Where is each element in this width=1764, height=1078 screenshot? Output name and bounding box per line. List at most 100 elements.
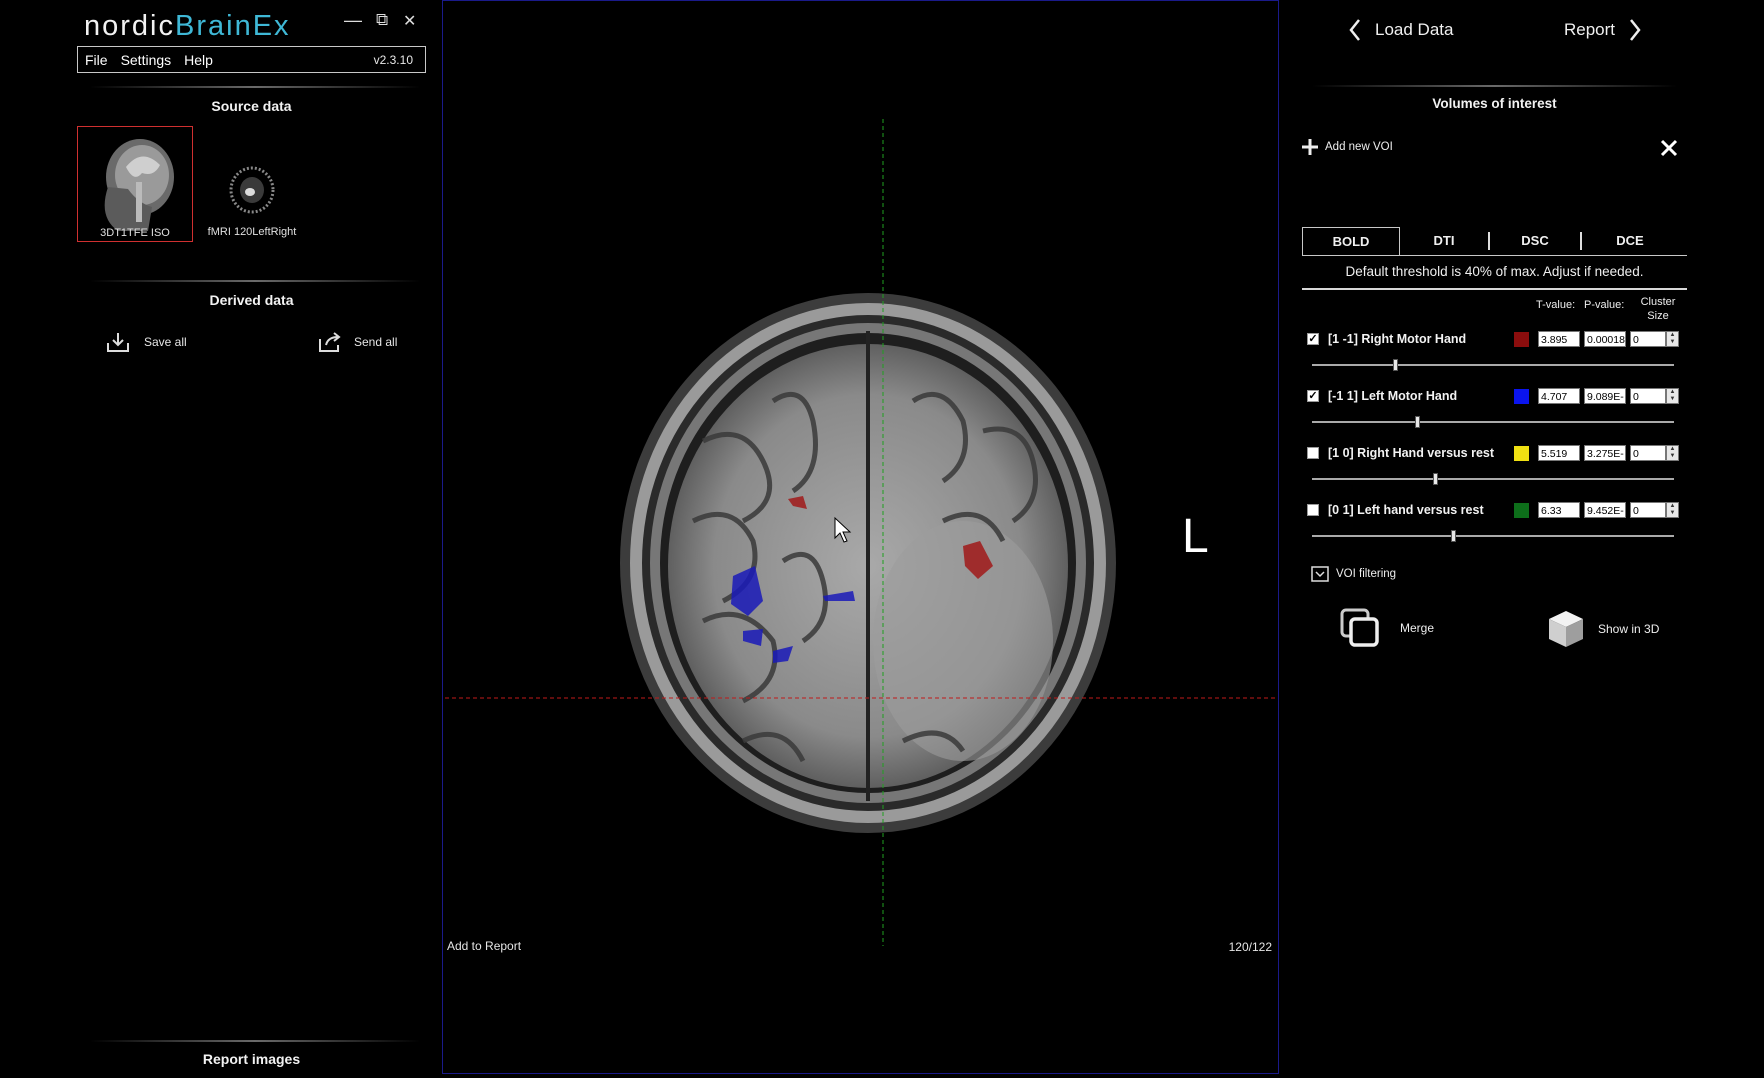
voi-checkbox[interactable]	[1307, 447, 1319, 459]
threshold-slider-handle[interactable]	[1433, 473, 1439, 485]
send-icon	[319, 332, 341, 352]
dropdown-box-icon	[1311, 566, 1329, 582]
threshold-slider-handle[interactable]	[1451, 530, 1457, 542]
p-value-input[interactable]: 9.089E-	[1584, 388, 1626, 404]
voi-label: [-1 1] Left Motor Hand	[1328, 389, 1458, 403]
voi-color-swatch[interactable]	[1514, 503, 1529, 518]
derived-data-title: Derived data	[209, 292, 294, 308]
t-value-input[interactable]: 4.707	[1538, 388, 1580, 404]
tab-dsc[interactable]: DSC	[1490, 227, 1580, 255]
cluster-size-input[interactable]: 0	[1630, 388, 1666, 404]
thumbnail-label: fMRI 120LeftRight	[207, 226, 297, 238]
report-nav[interactable]: Report	[1564, 18, 1643, 42]
p-value-input[interactable]: 0.00018	[1584, 331, 1626, 347]
divider	[90, 86, 420, 88]
tab-bold[interactable]: BOLD	[1302, 226, 1400, 256]
cluster-header-line2: Size	[1647, 310, 1669, 322]
add-voi-button[interactable]: Add new VOI	[1301, 138, 1393, 156]
source-item-3dt1tfe[interactable]: 3DT1TFE ISO	[77, 126, 193, 242]
restore-icon[interactable]: ⧉	[376, 10, 388, 30]
modality-tabs: BOLD DTI DSC DCE	[1302, 226, 1687, 256]
voi-filtering-toggle[interactable]: VOI filtering	[1311, 566, 1396, 582]
cluster-size-stepper[interactable]: ▲ ▼	[1666, 388, 1679, 404]
t-value-input[interactable]: 6.33	[1538, 502, 1580, 518]
save-all-label: Save all	[144, 335, 187, 349]
menu-file[interactable]: File	[85, 52, 108, 68]
voi-checkbox[interactable]: ✓	[1307, 390, 1319, 402]
voi-row: [0 1] Left hand versus rest 6.33 9.452E-…	[1307, 502, 1687, 553]
report-label: Report	[1564, 20, 1616, 39]
chevron-left-icon	[1349, 19, 1360, 41]
save-icon	[107, 333, 129, 352]
source-item-fmri[interactable]: fMRI 120LeftRight	[194, 126, 310, 242]
divider	[1302, 288, 1687, 290]
close-icon[interactable]: ✕	[403, 11, 416, 31]
send-all-button[interactable]: Send all	[318, 331, 397, 353]
cluster-size-stepper[interactable]: ▲ ▼	[1666, 502, 1679, 518]
fmri-thumbnail	[229, 166, 275, 214]
cluster-size-input[interactable]: 0	[1630, 445, 1666, 461]
orientation-label: L	[1182, 510, 1209, 563]
source-data-title: Source data	[211, 98, 292, 114]
voi-row: [1 0] Right Hand versus rest 5.519 3.275…	[1307, 445, 1687, 496]
merge-icon	[1340, 608, 1379, 647]
add-voi-label: Add new VOI	[1325, 141, 1393, 153]
add-to-report-button[interactable]: Add to Report	[447, 939, 521, 953]
voi-checkbox[interactable]: ✓	[1307, 333, 1319, 345]
t-value-input[interactable]: 3.895	[1538, 331, 1580, 347]
threshold-slider-track[interactable]	[1312, 535, 1674, 537]
mri-sagittal-thumbnail	[104, 139, 174, 231]
app-logo: nordicBrainEx	[84, 10, 291, 42]
threshold-slider-track[interactable]	[1312, 421, 1674, 423]
voi-label: [1 -1] Right Motor Hand	[1328, 332, 1467, 346]
t-value-input[interactable]: 5.519	[1538, 445, 1580, 461]
voi-color-swatch[interactable]	[1514, 389, 1529, 404]
cluster-size-header: Cluster Size	[1632, 295, 1684, 323]
divider	[90, 280, 420, 282]
close-voi-icon[interactable]	[1660, 139, 1678, 157]
report-images-title[interactable]: Report images	[77, 1051, 426, 1067]
threshold-slider-handle[interactable]	[1393, 359, 1399, 371]
threshold-note: Default threshold is 40% of max. Adjust …	[1345, 264, 1644, 279]
cluster-size-input[interactable]: 0	[1630, 502, 1666, 518]
cluster-size-stepper[interactable]: ▲ ▼	[1666, 445, 1679, 461]
image-viewport[interactable]: L Add to Report 120/122	[442, 0, 1279, 1074]
divider	[90, 1040, 420, 1042]
p-value-input[interactable]: 9.452E-	[1584, 502, 1626, 518]
voi-color-swatch[interactable]	[1514, 332, 1529, 347]
menu-bar: File Settings Help v2.3.10	[77, 46, 426, 73]
voi-label: [1 0] Right Hand versus rest	[1328, 446, 1495, 460]
threshold-slider-handle[interactable]	[1414, 416, 1420, 428]
tab-underline	[1302, 255, 1687, 256]
threshold-slider-track[interactable]	[1312, 478, 1674, 480]
voi-title: Volumes of interest	[1432, 96, 1557, 111]
voi-label: [0 1] Left hand versus rest	[1328, 503, 1484, 517]
load-data-nav[interactable]: Load Data	[1347, 18, 1453, 42]
p-value-input[interactable]: 3.275E-	[1584, 445, 1626, 461]
voi-checkbox[interactable]	[1307, 504, 1319, 516]
t-value-header: T-value:	[1536, 299, 1576, 311]
send-all-label: Send all	[354, 335, 398, 349]
divider	[1312, 85, 1677, 87]
menu-settings[interactable]: Settings	[121, 52, 172, 68]
slice-indicator: 120/122	[1228, 940, 1272, 954]
cluster-header-line1: Cluster	[1640, 296, 1676, 308]
tab-dti[interactable]: DTI	[1400, 227, 1488, 255]
minimize-icon[interactable]: —	[344, 10, 362, 31]
plus-icon	[1302, 139, 1318, 155]
merge-button[interactable]: Merge	[1340, 608, 1434, 648]
version-label: v2.3.10	[373, 52, 413, 67]
show-3d-button[interactable]: Show in 3D	[1546, 609, 1659, 649]
voi-filtering-label: VOI filtering	[1336, 568, 1397, 580]
merge-label: Merge	[1400, 621, 1435, 635]
cluster-size-stepper[interactable]: ▲ ▼	[1666, 331, 1679, 347]
save-all-button[interactable]: Save all	[106, 331, 187, 353]
voi-color-swatch[interactable]	[1514, 446, 1529, 461]
cluster-size-input[interactable]: 0	[1630, 331, 1666, 347]
axial-brain-image	[445, 119, 1276, 946]
p-value-header: P-value:	[1584, 299, 1625, 311]
threshold-slider-track[interactable]	[1312, 364, 1674, 366]
voi-row: ✓ [1 -1] Right Motor Hand 3.895 0.00018 …	[1307, 331, 1687, 382]
menu-help[interactable]: Help	[184, 52, 213, 68]
tab-dce[interactable]: DCE	[1582, 227, 1678, 255]
